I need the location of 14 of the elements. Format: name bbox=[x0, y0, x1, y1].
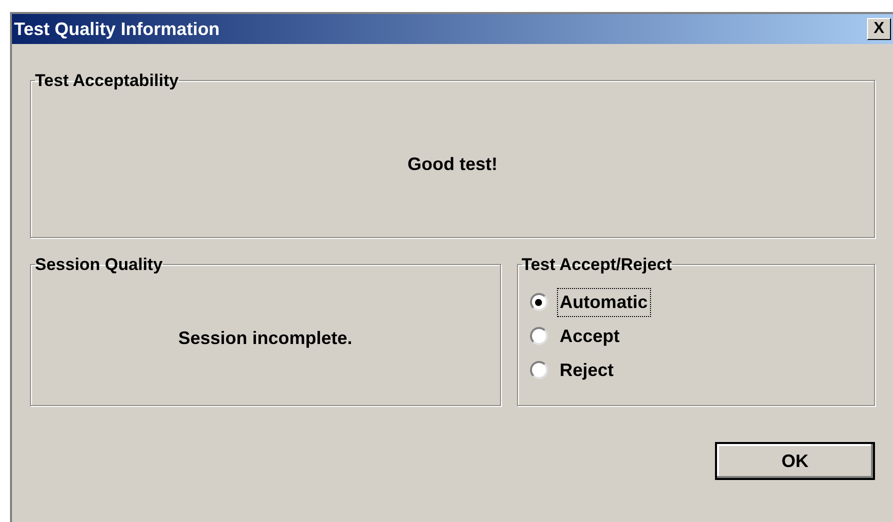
acceptability-message: Good test! bbox=[408, 152, 498, 176]
radio-button[interactable] bbox=[530, 293, 548, 311]
group-title: Test Acceptability bbox=[35, 72, 179, 89]
window-title: Test Quality Information bbox=[14, 18, 220, 41]
ok-button[interactable]: OK bbox=[715, 442, 875, 480]
group-title: Session Quality bbox=[35, 256, 163, 273]
close-button[interactable]: X bbox=[867, 18, 891, 40]
group-title: Test Accept/Reject bbox=[522, 256, 672, 273]
radio-button[interactable] bbox=[530, 327, 548, 345]
radio-label[interactable]: Reject bbox=[558, 356, 616, 384]
radio-button[interactable] bbox=[530, 361, 548, 379]
session-message: Session incomplete. bbox=[178, 326, 352, 350]
radio-label[interactable]: Automatic bbox=[558, 288, 650, 316]
radio-label[interactable]: Accept bbox=[558, 322, 622, 350]
